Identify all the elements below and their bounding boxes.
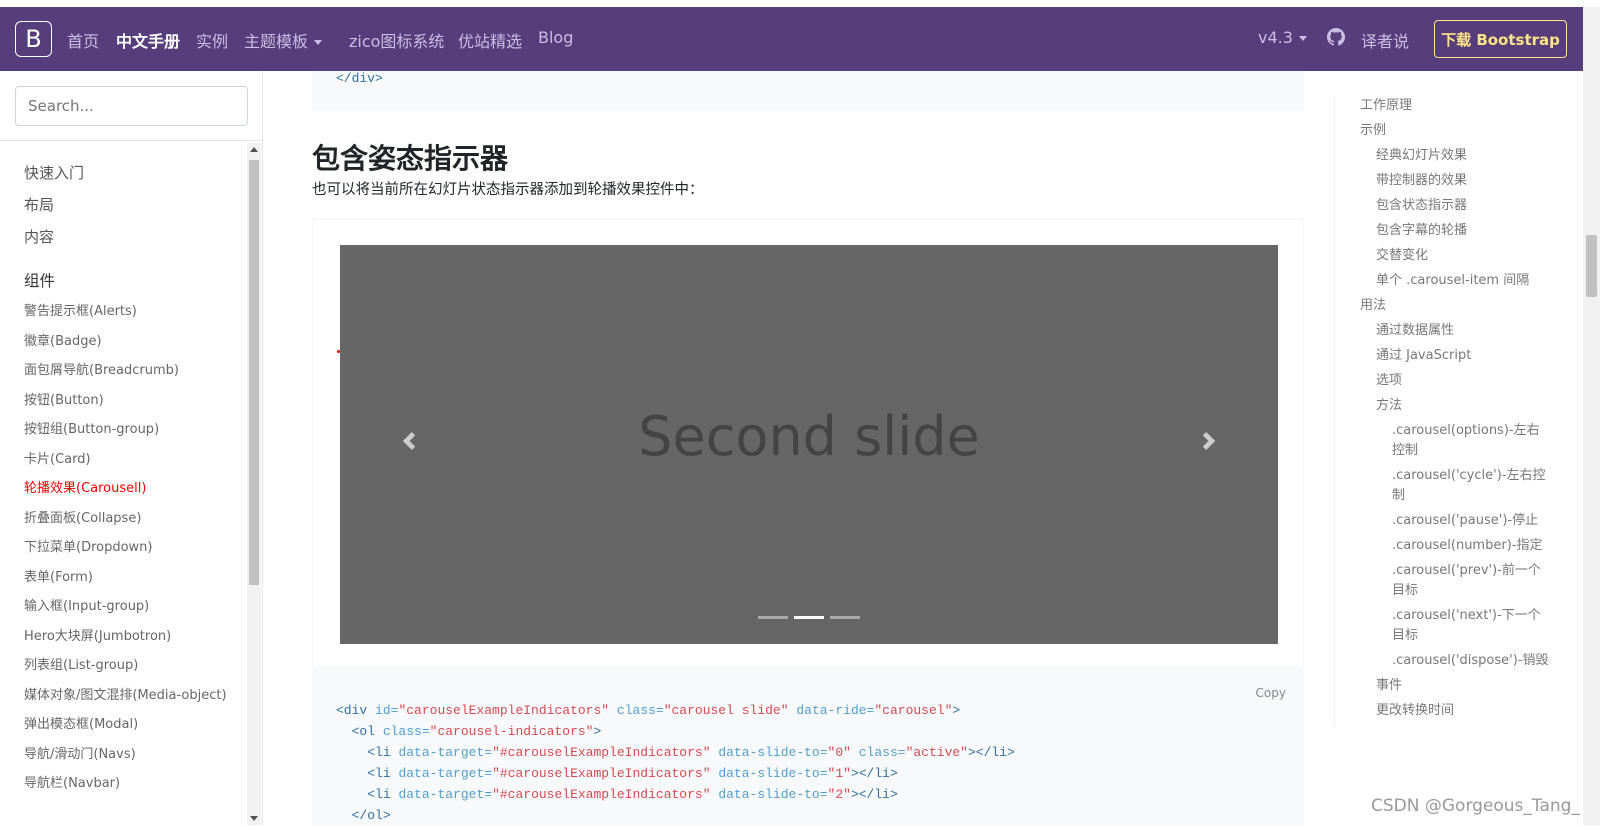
sidebar-item-breadcrumb[interactable]: 面包屑导航(Breadcrumb) (24, 362, 234, 380)
toc-item[interactable]: .carousel(options)-左右控制 (1360, 421, 1550, 461)
section-description: 也可以将当前所在幻灯片状态指示器添加到轮播效果控件中： (312, 182, 704, 198)
nav-themes-dropdown[interactable]: 主题模板 (244, 28, 323, 52)
sidebar-group-components[interactable]: 组件 (24, 271, 234, 303)
download-bootstrap-button[interactable]: 下载 Bootstrap (1434, 20, 1567, 58)
section-title: 包含姿态指示器 (312, 142, 509, 175)
carousel-prev-icon[interactable] (400, 430, 418, 452)
toc-item[interactable]: 更改转换时间 (1360, 701, 1584, 721)
carousel-indicator-active[interactable] (794, 616, 824, 619)
example-preview: Second slide (312, 218, 1304, 668)
scroll-up-icon[interactable] (250, 147, 258, 152)
table-of-contents: 工作原理示例经典幻灯片效果 带控制器的效果 包含状态指示器 包含字幕的轮播 交替变化单个… (1334, 96, 1584, 726)
chevron-down-icon (1298, 36, 1307, 41)
toc-item[interactable]: 包含字幕的轮播 (1360, 221, 1584, 241)
carousel: Second slide (340, 245, 1278, 644)
code-line: </div> (336, 71, 383, 86)
toc-item[interactable]: .carousel('cycle')-左右控制 (1360, 466, 1550, 506)
sidebar-item-dropdown[interactable]: 下拉菜单(Dropdown) (24, 539, 234, 557)
toc-item[interactable]: 带控制器的效果 (1360, 171, 1584, 191)
version-dropdown[interactable]: v4.3 (1258, 28, 1307, 47)
toc-item[interactable]: 通过 JavaScript (1360, 346, 1584, 366)
toc-item[interactable]: .carousel('prev')-前一个目标 (1360, 561, 1550, 601)
sidebar-item-modal[interactable]: 弹出模态框(Modal) (24, 716, 234, 734)
nav-icons[interactable]: zico图标系统 (349, 28, 444, 52)
nav-home[interactable]: 首页 (67, 28, 99, 52)
sidebar-item-card[interactable]: 卡片(Card) (24, 451, 234, 469)
carousel-indicator[interactable] (758, 616, 788, 619)
toc-item[interactable]: 选项 (1360, 371, 1584, 391)
sidebar-group-layout[interactable]: 布局 (24, 195, 234, 227)
copy-button[interactable]: Copy (1256, 686, 1286, 700)
page-scroll-thumb[interactable] (1586, 235, 1597, 297)
toc-item[interactable]: .carousel('pause')-停止 (1360, 511, 1550, 531)
sidebar-item-media-object[interactable]: 媒体对象/图文混排(Media-object) (24, 687, 234, 705)
carousel-next-icon[interactable] (1200, 430, 1218, 452)
toc-item[interactable]: 通过数据属性 (1360, 321, 1584, 341)
docs-sidebar: 快速入门 布局 内容 组件 警告提示框(Alerts) 徽章(Badge) 面包… (0, 71, 263, 825)
toc-item[interactable]: .carousel('dispose')-销毁 (1360, 651, 1550, 671)
code-block-previous: </div> (312, 71, 1304, 111)
toc-item[interactable]: 事件 (1360, 676, 1584, 696)
nav-docs[interactable]: 中文手册 (116, 28, 180, 52)
red-dot-marker (337, 350, 340, 353)
sidebar-item-form[interactable]: 表单(Form) (24, 569, 234, 587)
top-strip (0, 0, 1600, 7)
toc-item[interactable]: 工作原理 (1360, 96, 1584, 116)
sidebar-item-list-group[interactable]: 列表组(List-group) (24, 657, 234, 675)
nav-featured[interactable]: 优站精选 (458, 28, 522, 52)
toc-item[interactable]: 包含状态指示器 (1360, 196, 1584, 216)
top-navbar: B 首页 中文手册 实例 主题模板 zico图标系统 优站精选 Blog v4.… (0, 7, 1583, 71)
chevron-down-icon (314, 40, 323, 45)
watermark: CSDN @Gorgeous_Tang_ (1371, 796, 1580, 816)
sidebar-item-input-group[interactable]: 输入框(Input-group) (24, 598, 234, 616)
code-block: Copy <div id="carouselExampleIndicators"… (312, 668, 1304, 825)
toc-item[interactable]: 经典幻灯片效果 (1360, 146, 1584, 166)
search-input[interactable] (15, 86, 248, 126)
toc-item[interactable]: 方法 (1360, 396, 1584, 416)
toc-item[interactable]: 单个 .carousel-item 间隔 (1360, 271, 1584, 291)
sidebar-item-alerts[interactable]: 警告提示框(Alerts) (24, 303, 234, 321)
sidebar-scroll-thumb[interactable] (249, 160, 259, 585)
search-wrap (0, 71, 262, 141)
code-lines: <div id="carouselExampleIndicators" clas… (336, 703, 1015, 823)
sidebar-item-collapse[interactable]: 折叠面板(Collapse) (24, 510, 234, 528)
sidebar-nav: 快速入门 布局 内容 组件 警告提示框(Alerts) 徽章(Badge) 面包… (24, 163, 234, 805)
nav-themes-label: 主题模板 (244, 32, 309, 51)
version-label: v4.3 (1258, 28, 1293, 47)
sidebar-item-navbar[interactable]: 导航栏(Navbar) (24, 775, 234, 793)
sidebar-item-navs[interactable]: 导航/滑动门(Navs) (24, 746, 234, 764)
scroll-down-icon[interactable] (250, 816, 258, 821)
carousel-indicators (340, 616, 1278, 619)
github-icon[interactable] (1327, 28, 1345, 46)
nav-translator[interactable]: 译者说 (1361, 28, 1409, 52)
carousel-indicator[interactable] (830, 616, 860, 619)
sidebar-item-button[interactable]: 按钮(Button) (24, 392, 234, 410)
sidebar-item-badge[interactable]: 徽章(Badge) (24, 333, 234, 351)
main-content: </div> 包含姿态指示器 也可以将当前所在幻灯片状态指示器添加到轮播效果控件… (263, 71, 1304, 825)
sidebar-group-getting-started[interactable]: 快速入门 (24, 163, 234, 195)
slide-label: Second slide (638, 405, 980, 468)
sidebar-group-content[interactable]: 内容 (24, 227, 234, 259)
toc-item[interactable]: 用法 (1360, 296, 1584, 316)
toc-item[interactable]: .carousel('next')-下一个目标 (1360, 606, 1550, 646)
toc-item[interactable]: 交替变化 (1360, 246, 1584, 266)
page-scrollbar[interactable] (1583, 7, 1600, 825)
nav-examples[interactable]: 实例 (196, 28, 228, 52)
sidebar-item-carousel[interactable]: 轮播效果(Carousell) (24, 480, 234, 498)
sidebar-scrollbar[interactable] (247, 143, 261, 825)
nav-blog[interactable]: Blog (538, 28, 573, 47)
toc-item[interactable]: .carousel(number)-指定 (1360, 536, 1550, 556)
sidebar-item-button-group[interactable]: 按钮组(Button-group) (24, 421, 234, 439)
bootstrap-logo[interactable]: B (15, 21, 52, 57)
toc-item[interactable]: 示例 (1360, 121, 1584, 141)
sidebar-item-jumbotron[interactable]: Hero大块屏(Jumbotron) (24, 628, 234, 646)
